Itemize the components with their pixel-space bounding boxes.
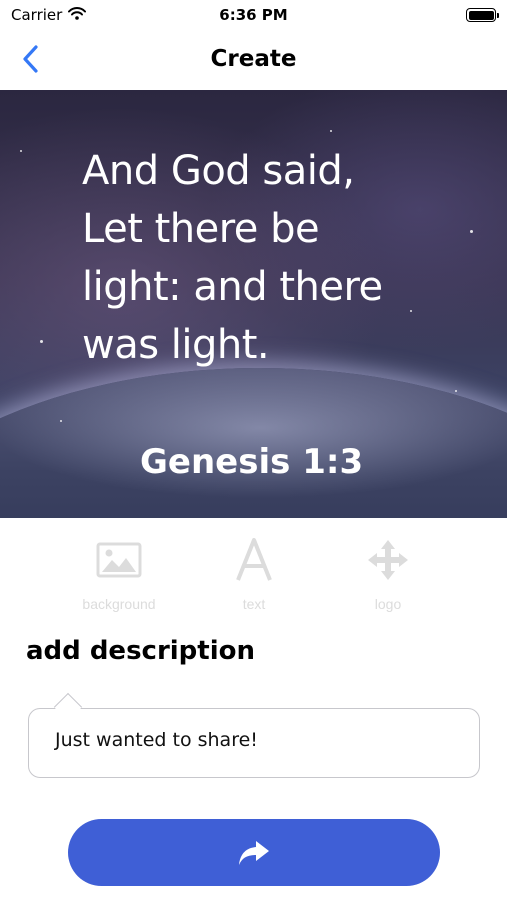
text-icon xyxy=(236,538,272,581)
image-icon xyxy=(96,542,142,578)
status-time: 6:36 PM xyxy=(219,6,288,24)
description-input[interactable]: Just wanted to share! xyxy=(28,708,480,778)
logo-tool-label: logo xyxy=(374,596,402,612)
background-tool-button[interactable]: background xyxy=(54,536,184,616)
create-screen: Carrier 6:36 PM Create And God said, Let… xyxy=(0,0,507,900)
verse-reference: Genesis 1:3 xyxy=(140,442,364,482)
share-arrow-icon xyxy=(239,840,269,865)
description-heading: add description xyxy=(26,636,256,666)
background-tool-label: background xyxy=(82,596,156,612)
move-arrows-icon xyxy=(368,540,408,580)
logo-tool-button[interactable]: logo xyxy=(323,536,453,616)
status-bar: Carrier 6:36 PM xyxy=(0,0,507,30)
verse-preview-image: And God said, Let there be light: and th… xyxy=(0,90,507,518)
text-tool-label: text xyxy=(242,596,266,612)
nav-bar: Create xyxy=(0,30,507,90)
verse-text: And God said, Let there be light: and th… xyxy=(82,148,383,368)
share-button[interactable] xyxy=(68,819,440,886)
page-title: Create xyxy=(210,46,297,72)
battery-icon xyxy=(466,8,499,22)
text-tool-button[interactable]: text xyxy=(189,536,319,616)
edit-tools: background text logo xyxy=(0,536,507,616)
